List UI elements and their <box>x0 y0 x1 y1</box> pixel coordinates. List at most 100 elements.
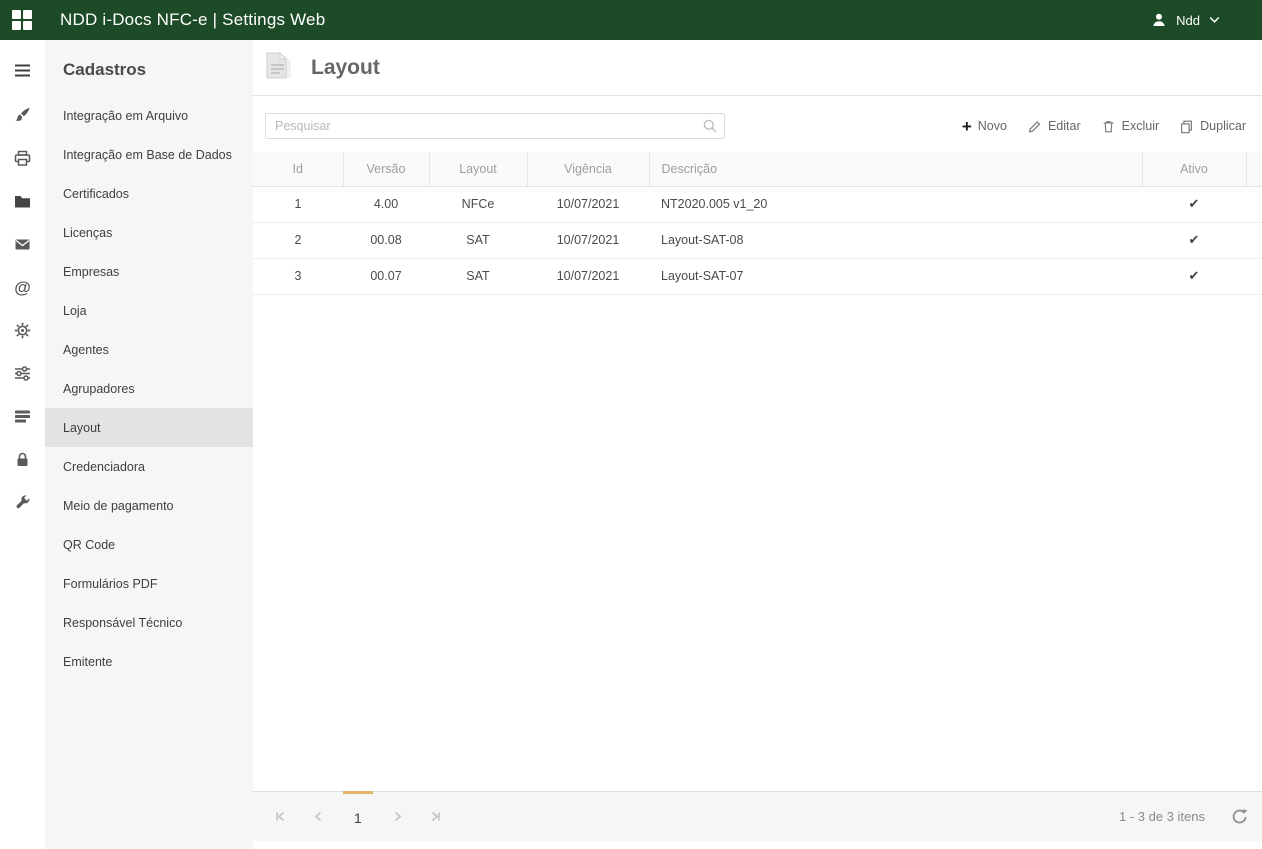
grid-toolbar: + Novo Editar Excluir <box>253 96 1262 152</box>
app-grid-icon[interactable] <box>12 10 32 30</box>
grid-actions: + Novo Editar Excluir <box>962 118 1246 135</box>
cell-versao: 00.07 <box>343 258 429 294</box>
pager-next-button[interactable] <box>385 804 411 830</box>
sidebar-item-integracao-em-arquivo[interactable]: Integração em Arquivo <box>45 96 253 135</box>
column-header-filler <box>1246 152 1262 186</box>
rail-item-cadastros[interactable] <box>0 180 45 223</box>
active-check-icon: ✔ <box>1189 268 1200 283</box>
pager-first-button[interactable] <box>267 804 293 830</box>
excluir-label: Excluir <box>1122 119 1160 133</box>
sidebar-item-agentes[interactable]: Agentes <box>45 330 253 369</box>
wrench-icon <box>13 493 32 512</box>
column-header-layout[interactable]: Layout <box>429 152 527 186</box>
cell-descricao: Layout-SAT-08 <box>649 222 1142 258</box>
chevron-down-icon <box>1209 16 1220 24</box>
cell-vigencia: 10/07/2021 <box>527 186 649 222</box>
sidebar-item-agrupadores[interactable]: Agrupadores <box>45 369 253 408</box>
editar-button[interactable]: Editar <box>1027 119 1081 134</box>
cell-descricao: Layout-SAT-07 <box>649 258 1142 294</box>
icon-rail: @ <box>0 40 45 849</box>
pager: 1 1 - 3 de 3 itens <box>253 791 1262 841</box>
sidebar-item-layout[interactable]: Layout <box>45 408 253 447</box>
cell-ativo: ✔ <box>1142 186 1246 222</box>
page-title: Layout <box>311 56 380 80</box>
sidebar-item-responsavel-tecnico[interactable]: Responsável Técnico <box>45 603 253 642</box>
cell-layout: NFCe <box>429 186 527 222</box>
table-row[interactable]: 2 00.08 SAT 10/07/2021 Layout-SAT-08 ✔ <box>253 222 1262 258</box>
sidebar: Cadastros Integração em Arquivo Integraç… <box>45 40 253 849</box>
duplicate-icon <box>1179 119 1194 134</box>
rail-item-mail[interactable] <box>0 223 45 266</box>
sidebar-item-emitente[interactable]: Emitente <box>45 642 253 681</box>
rail-menu-button[interactable] <box>0 50 45 90</box>
user-icon <box>1151 12 1167 28</box>
folder-icon <box>13 192 32 211</box>
cell-id: 1 <box>253 186 343 222</box>
pager-info: 1 - 3 de 3 itens <box>1119 809 1205 824</box>
prev-page-icon <box>312 810 325 823</box>
column-header-ativo[interactable]: Ativo <box>1142 152 1246 186</box>
cell-descricao: NT2020.005 v1_20 <box>649 186 1142 222</box>
sliders-icon <box>13 364 32 383</box>
user-menu[interactable]: Ndd <box>1151 12 1262 28</box>
column-header-versao[interactable]: Versão <box>343 152 429 186</box>
sidebar-item-empresas[interactable]: Empresas <box>45 252 253 291</box>
rail-item-settings[interactable] <box>0 309 45 352</box>
pager-prev-button[interactable] <box>305 804 331 830</box>
search-input[interactable] <box>265 113 725 139</box>
column-header-id[interactable]: Id <box>253 152 343 186</box>
active-check-icon: ✔ <box>1189 196 1200 211</box>
document-icon <box>259 48 299 88</box>
excluir-button[interactable]: Excluir <box>1101 119 1160 134</box>
edit-icon <box>1027 119 1042 134</box>
novo-button[interactable]: + Novo <box>962 118 1007 135</box>
cell-layout: SAT <box>429 258 527 294</box>
sidebar-item-integracao-em-base-de-dados[interactable]: Integração em Base de Dados <box>45 135 253 174</box>
duplicar-button[interactable]: Duplicar <box>1179 119 1246 134</box>
search-icon[interactable] <box>702 118 718 134</box>
first-page-icon <box>274 810 287 823</box>
mail-icon <box>13 235 32 254</box>
sidebar-item-formularios-pdf[interactable]: Formulários PDF <box>45 564 253 603</box>
main-content: Layout + Novo Editar <box>253 40 1262 849</box>
duplicar-label: Duplicar <box>1200 119 1246 133</box>
table-row[interactable]: 3 00.07 SAT 10/07/2021 Layout-SAT-07 ✔ <box>253 258 1262 294</box>
at-icon: @ <box>14 279 31 296</box>
refresh-icon <box>1231 808 1248 825</box>
rail-item-tools[interactable] <box>0 481 45 524</box>
rail-item-queues[interactable] <box>0 395 45 438</box>
rail-item-security[interactable] <box>0 438 45 481</box>
rail-item-brush[interactable] <box>0 94 45 137</box>
last-page-icon <box>429 810 442 823</box>
cell-vigencia: 10/07/2021 <box>527 222 649 258</box>
lock-icon <box>13 450 32 469</box>
sidebar-item-loja[interactable]: Loja <box>45 291 253 330</box>
sidebar-item-credenciadora[interactable]: Credenciadora <box>45 447 253 486</box>
rail-item-at[interactable]: @ <box>0 266 45 309</box>
column-header-vigencia[interactable]: Vigência <box>527 152 649 186</box>
sidebar-item-licencas[interactable]: Licenças <box>45 213 253 252</box>
layers-icon <box>13 407 32 426</box>
sidebar-item-meio-de-pagamento[interactable]: Meio de pagamento <box>45 486 253 525</box>
cell-ativo: ✔ <box>1142 258 1246 294</box>
pager-last-button[interactable] <box>423 804 449 830</box>
column-header-descricao[interactable]: Descrição <box>649 152 1142 186</box>
pager-current-page[interactable]: 1 <box>343 791 373 841</box>
cell-vigencia: 10/07/2021 <box>527 258 649 294</box>
sidebar-menu: Integração em Arquivo Integração em Base… <box>45 96 253 681</box>
pager-refresh-button[interactable] <box>1231 808 1248 825</box>
next-page-icon <box>391 810 404 823</box>
page-header: Layout <box>253 40 1262 96</box>
sidebar-item-certificados[interactable]: Certificados <box>45 174 253 213</box>
rail-item-parameters[interactable] <box>0 352 45 395</box>
table-row[interactable]: 1 4.00 NFCe 10/07/2021 NT2020.005 v1_20 … <box>253 186 1262 222</box>
gear-icon <box>13 321 32 340</box>
layout-table: Id Versão Layout Vigência Descrição Ativ… <box>253 152 1262 295</box>
sidebar-item-qr-code[interactable]: QR Code <box>45 525 253 564</box>
active-check-icon: ✔ <box>1189 232 1200 247</box>
search-box <box>265 113 725 139</box>
printer-icon <box>13 149 32 168</box>
rail-item-printer[interactable] <box>0 137 45 180</box>
cell-id: 3 <box>253 258 343 294</box>
editar-label: Editar <box>1048 119 1081 133</box>
